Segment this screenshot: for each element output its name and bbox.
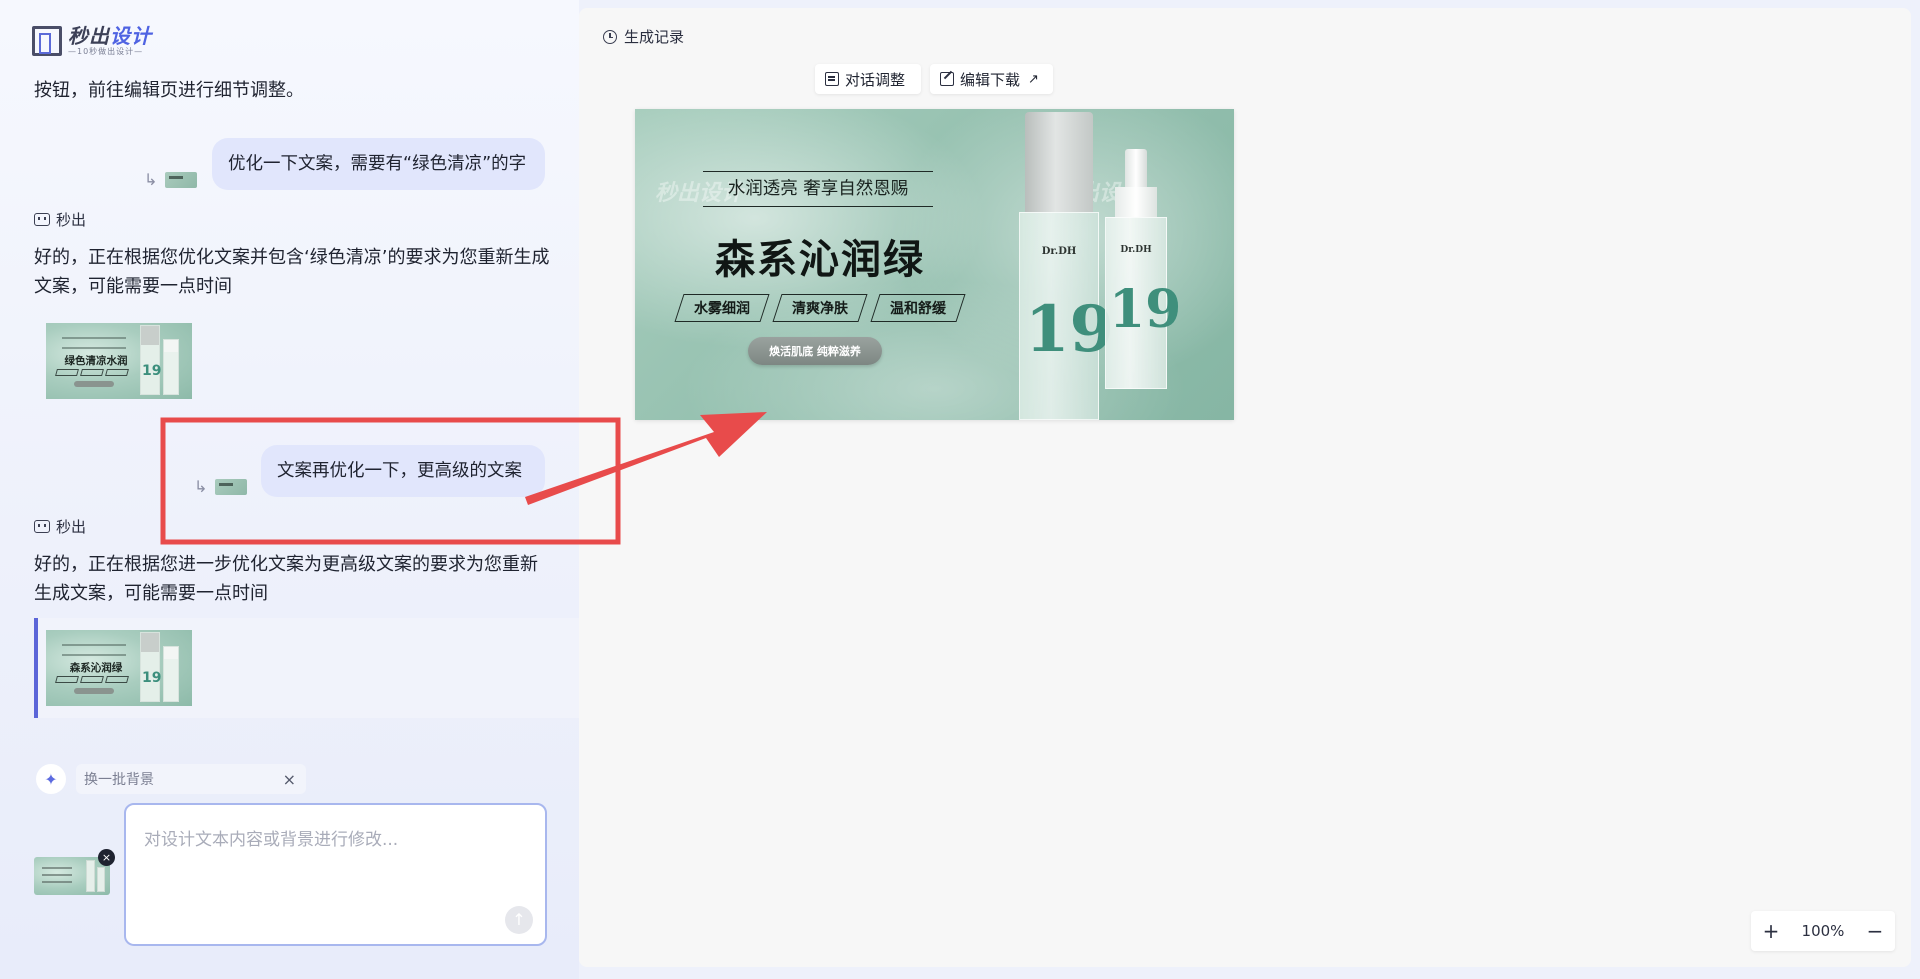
message-composer[interactable]: ↑ [124,803,547,946]
divider-line [703,171,933,172]
ai-sender-label: 秒出 [34,209,86,230]
external-link-icon: ↗ [1028,71,1039,87]
attached-design-thumbnail[interactable] [34,857,110,895]
design-tags: 水雾细润 清爽净肤 温和舒缓 [674,294,966,322]
edit-download-label: 编辑下载 [960,70,1021,89]
design-canvas: 生成记录 对话调整 编辑下载 ↗ 秒出设计 秒出设计 水润透亮 奢享自然恩赐 森… [579,8,1911,967]
chat-adjust-icon [825,72,839,86]
design-headline: 森系沁润绿 [715,237,925,283]
product-bottle-spray: Dr.DH 19 [1019,112,1114,420]
logo-wordmark: 秒出设计 [68,24,152,48]
edit-icon [940,72,954,86]
ai-sender-label: 秒出 [34,516,86,537]
divider-line [703,206,933,207]
referenced-design-thumbnail [165,171,198,188]
bottle-brand: Dr.DH [1041,246,1077,257]
design-tag: 水雾细润 [674,294,770,322]
thumbnail-product-number: 19 [142,670,162,686]
design-tag: 温和舒缓 [870,294,966,322]
chat-panel: 秒出设计 —10秒做出设计— 按钮，前往编辑页进行细节调整。 优化一下文案，需要… [0,0,579,979]
referenced-design-thumbnail [215,478,248,495]
thumbnail-product-number: 19 [142,363,162,379]
referenced-design[interactable]: ↳ [144,170,198,189]
bottle-brand: Dr.DH [1120,245,1152,255]
zoom-control: + 100% − [1751,911,1895,951]
design-pill-slogan: 焕活肌底 纯粹滋养 [748,337,882,365]
reply-arrow-icon: ↳ [144,170,158,189]
referenced-design[interactable]: ↳ [194,477,248,496]
reply-arrow-icon: ↳ [194,477,208,496]
thumbnail-title: 森系沁润绿 [69,662,123,674]
app-logo: 秒出设计 —10秒做出设计— [32,24,202,58]
design-tag: 清爽净肤 [772,294,868,322]
sender-name: 秒出 [56,211,87,229]
zoom-in-button[interactable]: + [1761,919,1781,943]
design-subtitle: 水润透亮 奢享自然恩赐 [727,179,909,199]
product-bottle-pump: Dr.DH 19 [1105,149,1181,389]
generation-history-label: 生成记录 [624,28,685,46]
robot-icon [34,520,50,533]
generated-design-thumbnail[interactable]: 绿色清凉水润 19 [46,323,192,399]
robot-icon [34,213,50,226]
sender-name: 秒出 [56,518,87,536]
edit-download-button[interactable]: 编辑下载 ↗ [930,64,1053,94]
zoom-level: 100% [1801,922,1845,940]
bottle-number: 19 [1109,279,1182,340]
generated-design-thumbnail-selected[interactable]: 森系沁润绿 19 [46,630,192,706]
logo-mark-icon [32,26,62,56]
logo-tagline: —10秒做出设计— [68,47,144,56]
user-message-bubble: 文案再优化一下，更高级的文案 [261,445,545,497]
dialog-adjust-button[interactable]: 对话调整 [815,64,921,94]
sparkle-icon[interactable]: ✦ [36,764,66,794]
generated-design-preview[interactable]: 秒出设计 秒出设计 水润透亮 奢享自然恩赐 森系沁润绿 水雾细润 清爽净肤 温和… [635,109,1234,420]
ai-message: 好的，正在根据您优化文案并包含‘绿色清凉’的要求为您重新生成文案，可能需要一点时… [34,247,550,297]
remove-attachment-icon[interactable]: × [98,849,115,866]
generation-history-tab[interactable]: 生成记录 [603,26,684,47]
close-icon[interactable]: × [283,770,296,789]
send-button[interactable]: ↑ [505,906,533,934]
suggestion-chip-label: 换一批背景 [84,772,154,788]
user-message-bubble: 优化一下文案，需要有“绿色清凉”的字 [212,138,545,190]
ai-message-fragment: 按钮，前往编辑页进行细节调整。 [34,80,304,101]
dialog-adjust-label: 对话调整 [845,70,906,89]
thumbnail-title: 绿色清凉水润 [64,355,128,367]
zoom-out-button[interactable]: − [1865,919,1885,943]
ai-message: 好的，正在根据您进一步优化文案为更高级文案的要求为您重新生成文案，可能需要一点时… [34,554,538,604]
bottle-number: 19 [1025,292,1115,367]
clock-icon [603,29,617,44]
suggestion-chip[interactable]: 换一批背景 × [76,764,306,794]
message-input[interactable] [144,825,524,915]
